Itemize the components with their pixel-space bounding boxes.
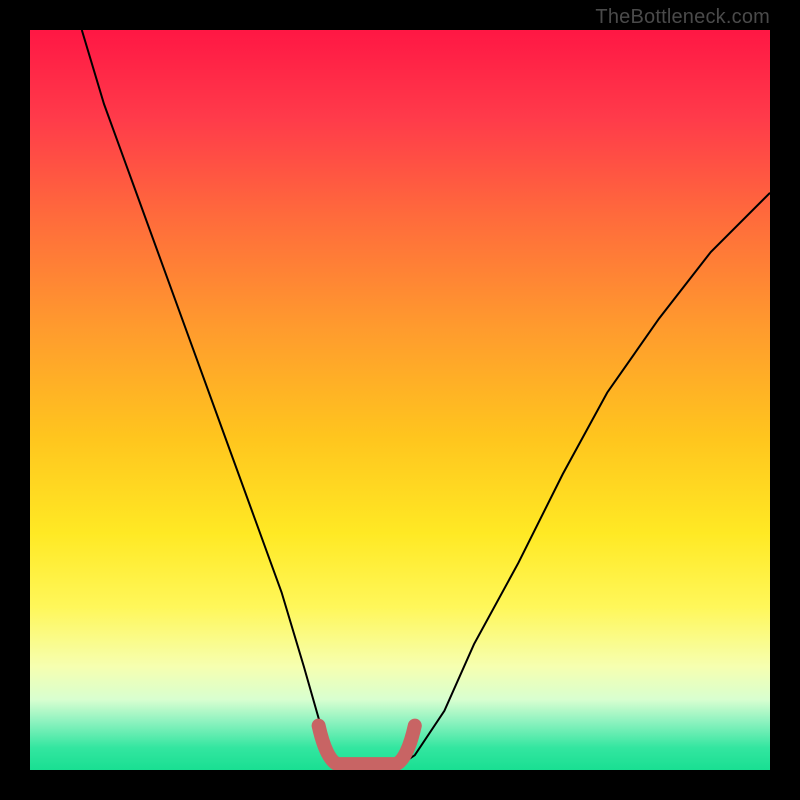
curve-right-branch (348, 193, 770, 770)
curve-left-branch (82, 30, 393, 770)
watermark-text: TheBottleneck.com (595, 6, 770, 29)
curve-basin-marker (319, 726, 415, 765)
chart-frame: TheBottleneck.com (0, 0, 800, 800)
bottleneck-curve (30, 30, 770, 770)
plot-area (30, 30, 770, 770)
